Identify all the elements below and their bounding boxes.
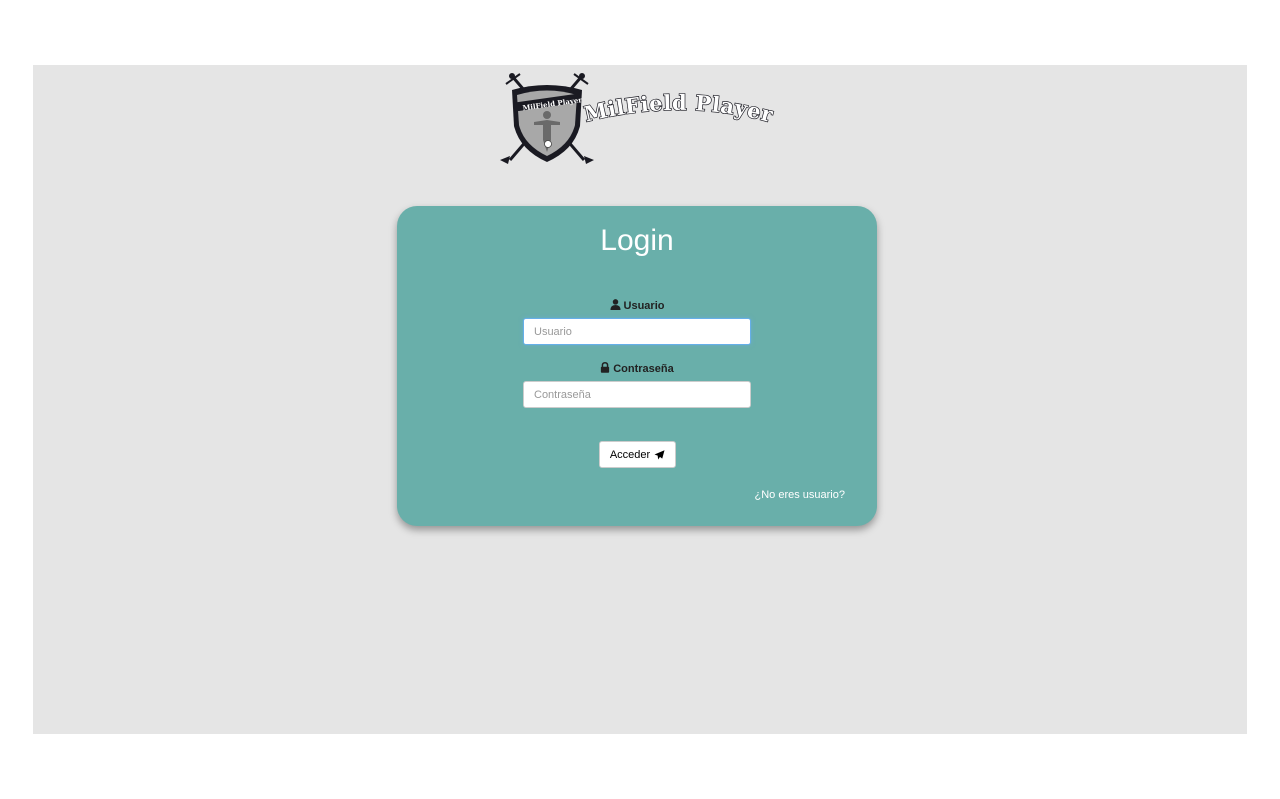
user-icon bbox=[609, 299, 621, 310]
shield-icon: MilField Player bbox=[512, 85, 583, 162]
submit-label: Acceder bbox=[609, 448, 651, 461]
send-icon bbox=[654, 449, 665, 460]
username-label-row: Usuario bbox=[397, 299, 877, 312]
password-input[interactable] bbox=[523, 381, 751, 408]
brand-wordmark: MilField Player bbox=[582, 90, 777, 127]
username-label: Usuario bbox=[623, 300, 665, 312]
login-card: Login Usuario Contraseña Acceder ¿No ere… bbox=[397, 206, 877, 526]
lock-icon bbox=[601, 361, 610, 373]
password-label: Contraseña bbox=[613, 363, 674, 375]
login-title: Login bbox=[600, 224, 674, 257]
username-input[interactable] bbox=[523, 318, 751, 345]
password-label-row: Contraseña bbox=[397, 361, 877, 375]
signup-link[interactable]: ¿No eres usuario? bbox=[755, 489, 846, 501]
login-submit-button[interactable]: Acceder bbox=[599, 441, 676, 468]
brand-logo: MilField Player MilField Player bbox=[498, 70, 788, 166]
brand-wordmark-text: MilField Player bbox=[581, 89, 777, 128]
